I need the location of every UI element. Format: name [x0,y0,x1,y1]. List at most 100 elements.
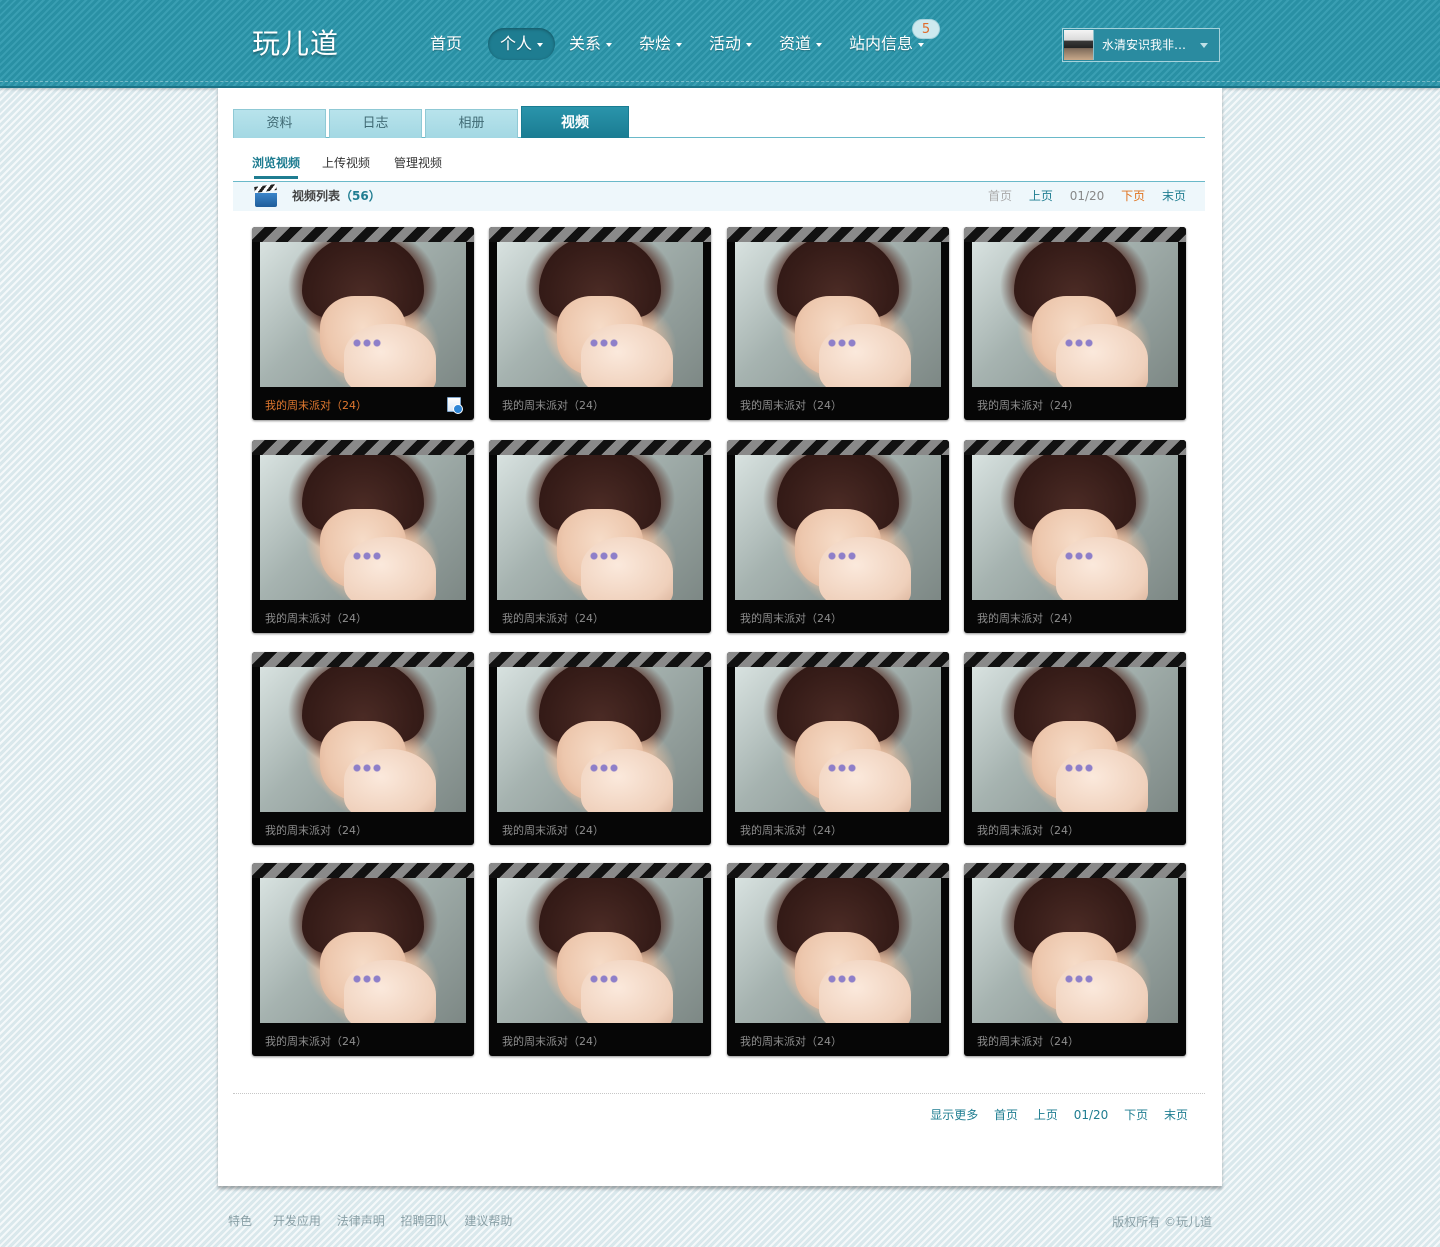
video-thumbnail[interactable] [972,667,1178,812]
video-title[interactable]: 我的周末派对（24） [502,610,604,626]
video-thumbnail[interactable] [972,455,1178,600]
subtab-browse-videos[interactable]: 浏览视频 [252,154,300,179]
thumbnail-nails [589,338,619,348]
user-avatar [1064,30,1094,60]
video-title[interactable]: 我的周末派对（24） [977,610,1079,626]
video-thumbnail[interactable] [735,455,941,600]
video-card[interactable]: 我的周末派对（24） [489,652,711,845]
video-card[interactable]: 我的周末派对（24） [727,652,949,845]
video-thumbnail[interactable] [497,455,703,600]
footer-link-legal[interactable]: 法律声明 [337,1214,385,1228]
video-title[interactable]: 我的周末派对（24） [740,610,842,626]
message-count-badge[interactable]: 5 [912,19,940,39]
tab-video[interactable]: 视频 [521,106,629,138]
thumbnail-nails [352,338,382,348]
video-title[interactable]: 我的周末派对（24） [502,1033,604,1049]
film-strip-decoration [727,227,949,242]
video-thumbnail[interactable] [735,242,941,387]
clapperboard-icon [255,187,277,207]
thumbnail-nails [1064,974,1094,984]
video-card[interactable]: 我的周末派对（24） [964,227,1186,420]
video-thumbnail[interactable] [497,242,703,387]
video-card[interactable]: 我的周末派对（24） [252,652,474,845]
video-card[interactable]: 我的周末派对（24） [489,227,711,420]
video-thumbnail[interactable] [260,878,466,1023]
video-title[interactable]: 我的周末派对（24） [502,397,604,413]
video-card[interactable]: 我的周末派对（24） [727,863,949,1056]
pager-last[interactable]: 末页 [1162,189,1186,203]
video-title[interactable]: 我的周末派对（24） [740,822,842,838]
video-card[interactable]: 我的周末派对（24） [964,863,1186,1056]
video-card[interactable]: 我的周末派对（24） [489,440,711,633]
video-title[interactable]: 我的周末派对（24） [265,1033,367,1049]
tab-blog[interactable]: 日志 [329,109,422,138]
thumbnail-hand [1056,960,1148,1023]
thumbnail-hand [819,537,911,600]
caret-down-icon [537,42,544,47]
document-download-icon[interactable] [447,397,463,414]
video-title[interactable]: 我的周末派对（24） [977,1033,1079,1049]
video-card[interactable]: 我的周末派对（24） [252,227,474,420]
thumbnail-hand [581,324,673,387]
thumbnail-nails [352,974,382,984]
subtab-manage-videos[interactable]: 管理视频 [394,154,442,171]
video-thumbnail[interactable] [260,455,466,600]
footer-link-features[interactable]: 特色 [228,1214,252,1228]
pager-prev[interactable]: 上页 [1029,189,1053,203]
thumbnail-nails [589,551,619,561]
video-card[interactable]: 我的周末派对（24） [964,652,1186,845]
video-card[interactable]: 我的周末派对（24） [252,863,474,1056]
pager-first[interactable]: 首页 [994,1108,1018,1122]
footer-link-careers[interactable]: 招聘团队 [401,1214,449,1228]
video-thumbnail[interactable] [260,667,466,812]
video-title[interactable]: 我的周末派对（24） [977,397,1079,413]
video-thumbnail[interactable] [972,878,1178,1023]
pager-next[interactable]: 下页 [1121,189,1145,203]
pager-bottom: 显示更多 首页 上页 01/20 下页 末页 [918,1106,1188,1123]
video-title[interactable]: 我的周末派对（24） [740,397,842,413]
video-thumbnail[interactable] [497,878,703,1023]
video-title[interactable]: 我的周末派对（24） [265,397,367,413]
video-title[interactable]: 我的周末派对（24） [265,822,367,838]
footer-link-dev-apps[interactable]: 开发应用 [273,1214,321,1228]
site-logo[interactable]: 玩儿道 [252,22,339,62]
footer-link-help[interactable]: 建议帮助 [464,1214,512,1228]
video-thumbnail[interactable] [735,667,941,812]
show-more-link[interactable]: 显示更多 [930,1108,978,1122]
nav-item-activities[interactable]: 活动 [709,28,753,60]
nav-item-home[interactable]: 首页 [430,28,462,60]
nav-item-personal[interactable]: 个人 [488,28,556,60]
video-thumbnail[interactable] [260,242,466,387]
pager-prev[interactable]: 上页 [1034,1108,1058,1122]
tab-profile[interactable]: 资料 [233,109,326,138]
video-title[interactable]: 我的周末派对（24） [265,610,367,626]
nav-item-misc[interactable]: 杂烩 [639,28,683,60]
video-thumbnail[interactable] [497,667,703,812]
video-card[interactable]: 我的周末派对（24） [727,440,949,633]
video-title[interactable]: 我的周末派对（24） [977,822,1079,838]
video-card[interactable]: 我的周末派对（24） [727,227,949,420]
video-thumbnail[interactable] [735,878,941,1023]
nav-item-label: 站内信息 [849,34,914,53]
pager-first: 首页 [988,189,1013,203]
video-card[interactable]: 我的周末派对（24） [252,440,474,633]
tab-album[interactable]: 相册 [425,109,518,138]
nav-item-channels[interactable]: 资道 [779,28,823,60]
video-thumbnail[interactable] [972,242,1178,387]
pager-next[interactable]: 下页 [1124,1108,1148,1122]
nav-item-label: 个人 [500,34,533,53]
copyright: 版权所有 ©玩儿道 [1112,1215,1212,1229]
footer-links: 特色 开发应用 法律声明 招聘团队 建议帮助 [228,1212,524,1229]
film-strip-decoration [489,652,711,667]
video-card[interactable]: 我的周末派对（24） [964,440,1186,633]
video-title[interactable]: 我的周末派对（24） [502,822,604,838]
user-menu[interactable]: 水清安识我非… [1062,28,1220,62]
thumbnail-nails [352,763,382,773]
pager-last[interactable]: 末页 [1164,1108,1188,1122]
nav-item-relations[interactable]: 关系 [569,28,613,60]
film-strip-decoration [489,440,711,455]
caret-down-icon [606,42,613,47]
video-card[interactable]: 我的周末派对（24） [489,863,711,1056]
video-title[interactable]: 我的周末派对（24） [740,1033,842,1049]
subtab-upload-video[interactable]: 上传视频 [322,154,370,171]
